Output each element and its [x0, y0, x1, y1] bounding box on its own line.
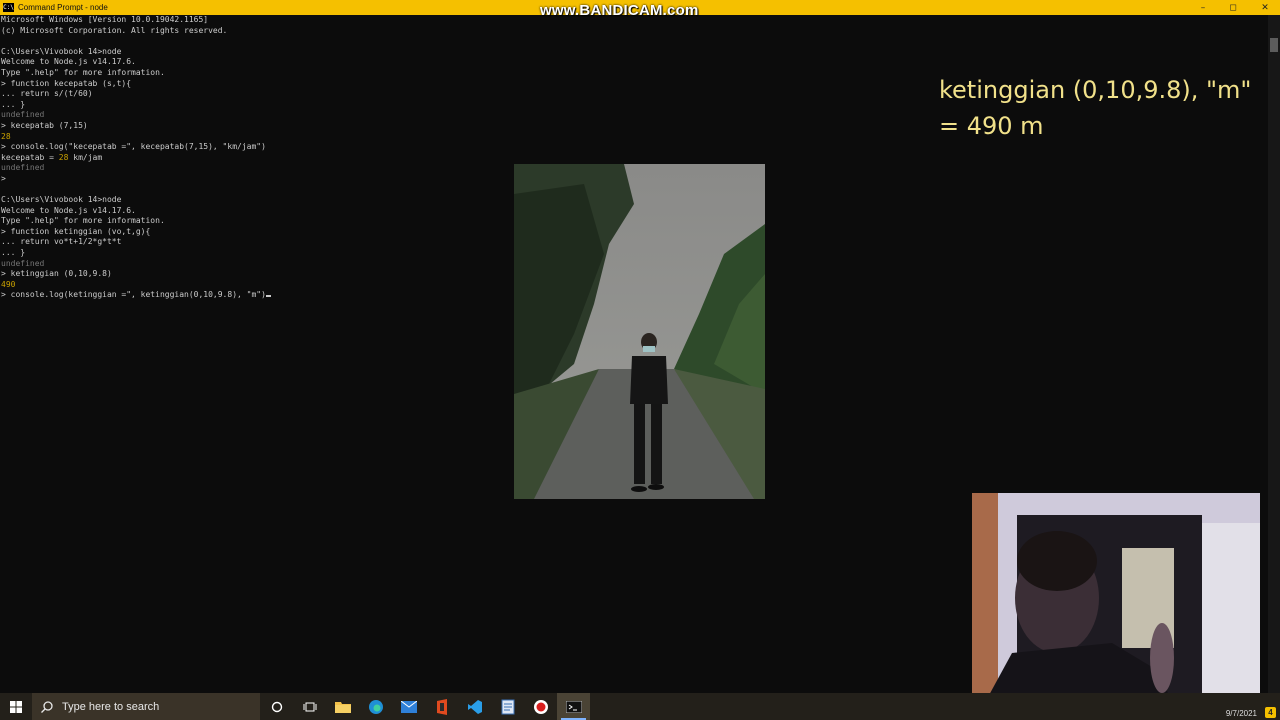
- terminal-icon: [565, 700, 582, 713]
- console-line: 28: [1, 131, 11, 141]
- minimize-button[interactable]: –: [1188, 0, 1218, 15]
- folder-icon: [334, 702, 351, 713]
- webcam-feed-image: [972, 493, 1260, 708]
- taskbar-search[interactable]: Type here to search: [32, 693, 260, 720]
- console-line: undefined: [1, 110, 45, 120]
- overlay-line-2: = 490 m: [939, 112, 1044, 140]
- cortana-button[interactable]: [260, 693, 293, 720]
- notepad-button[interactable]: [491, 693, 524, 720]
- maximize-button[interactable]: ◻: [1218, 0, 1248, 15]
- system-tray: 9/7/2021 4: [1226, 707, 1276, 718]
- taskbar: Type here to search 9/7/2021 4: [0, 693, 1280, 720]
- console-line: ... return s/(t/60): [1, 89, 93, 99]
- search-placeholder: Type here to search: [62, 700, 160, 713]
- bandicam-button[interactable]: [524, 693, 557, 720]
- notification-badge[interactable]: 4: [1265, 707, 1276, 718]
- notepad-icon: [501, 699, 514, 714]
- cmd-app-icon: C:\: [3, 3, 14, 12]
- console-line: (c) Microsoft Corporation. All rights re…: [1, 25, 228, 35]
- overlay-annotation: ketinggian (0,10,9.8), "m" = 490 m: [939, 72, 1269, 144]
- window-title: Command Prompt - node: [18, 3, 108, 12]
- mail-icon: [400, 700, 417, 713]
- command-prompt-button[interactable]: [557, 693, 590, 720]
- console-line: > console.log("kecepatab =", kecepatab(7…: [1, 142, 266, 152]
- vertical-scrollbar[interactable]: [1268, 15, 1280, 693]
- mail-button[interactable]: [392, 693, 425, 720]
- office-icon: [436, 698, 447, 715]
- record-icon: [533, 699, 548, 714]
- console-line: > function kecepatab (s,t){: [1, 78, 132, 88]
- vscode-icon: [467, 699, 482, 714]
- console-line: C:\Users\Vivobook 14>node: [1, 46, 122, 56]
- webcam-overlay: [972, 493, 1260, 708]
- tray-date[interactable]: 9/7/2021: [1226, 709, 1257, 718]
- windows-logo-icon: [10, 700, 22, 713]
- console-line: Type ".help" for more information.: [1, 67, 165, 77]
- road-scene-image: [514, 164, 765, 499]
- office-button[interactable]: [425, 693, 458, 720]
- task-view-button[interactable]: [293, 693, 326, 720]
- cortana-circle-icon: [271, 701, 282, 712]
- console-line: Welcome to Node.js v14.17.6.: [1, 57, 136, 67]
- close-button[interactable]: ✕: [1250, 0, 1280, 15]
- console-line: Microsoft Windows [Version 10.0.19042.11…: [1, 15, 209, 24]
- start-button[interactable]: [0, 693, 32, 720]
- file-explorer-button[interactable]: [326, 693, 359, 720]
- console-line: > kecepatab (7,15): [1, 120, 88, 130]
- scrollbar-thumb[interactable]: [1270, 38, 1278, 52]
- overlay-line-1: ketinggian (0,10,9.8), "m": [939, 76, 1252, 104]
- edge-browser-button[interactable]: [359, 693, 392, 720]
- edge-icon: [368, 699, 383, 714]
- task-view-icon: [303, 702, 316, 711]
- text-cursor: [265, 295, 271, 298]
- person-photo: [514, 164, 765, 499]
- console-line: kecepatab = 28 km/jam: [1, 152, 103, 162]
- console-line: ... }: [1, 99, 26, 109]
- search-icon: [41, 700, 53, 713]
- vscode-button[interactable]: [458, 693, 491, 720]
